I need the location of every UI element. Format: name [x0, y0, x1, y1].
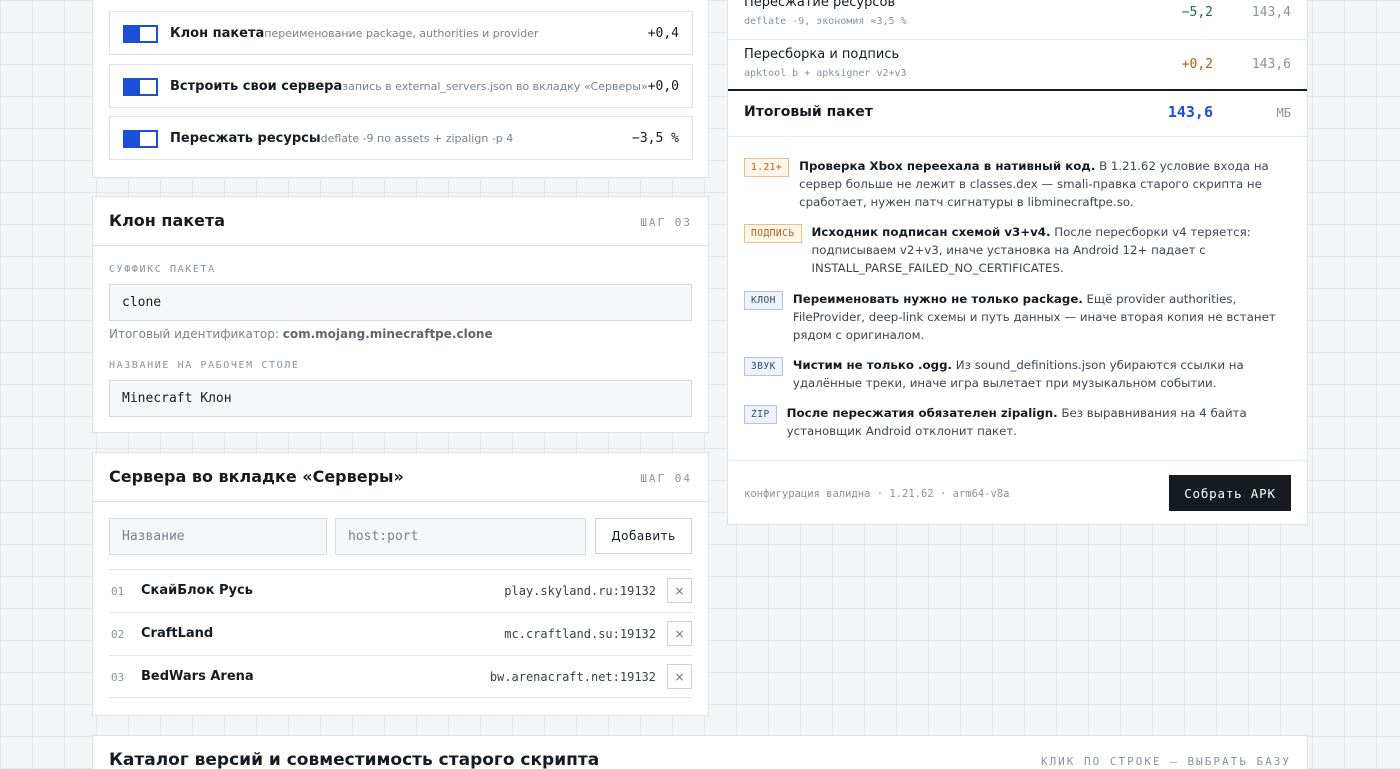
toggle-desc: переименование package, authorities и pr…: [264, 26, 539, 40]
note-tag: ПОДПИСЬ: [744, 224, 802, 243]
note-tag: ЗВУК: [744, 357, 783, 376]
version-catalog-panel: Каталог версий и совместимость старого с…: [92, 735, 1308, 769]
panel-header: Сервера во вкладке «Серверы» ШАГ 04: [93, 453, 708, 502]
add-server-button[interactable]: Добавить: [595, 518, 692, 554]
summary-row: Пересборка и подпись apktool b + apksign…: [728, 40, 1307, 91]
config-status: конфигурация валидна · 1.21.62 · arm64-v…: [744, 488, 1010, 500]
note-item: ZIP После пересжатия обязателен zipalign…: [744, 404, 1284, 440]
summary-step-name: Пересжатие ресурсов: [744, 0, 896, 10]
server-row: 02 CraftLand mc.craftland.su:19132 ×: [109, 612, 692, 655]
step-label: ШАГ 03: [640, 216, 692, 229]
toggle-title: Встроить свои сервера: [170, 78, 343, 94]
toggle-size-delta: +0,4: [647, 25, 679, 41]
note-title: Исходник подписан схемой v3+v4.: [811, 225, 1051, 239]
toggle-desc: deflate -9 по assets + zipalign -p 4: [320, 131, 514, 145]
package-id-hint: Итоговый идентификатор: com.mojang.minec…: [109, 327, 493, 341]
server-host: mc.craftland.su:19132: [504, 627, 656, 641]
server-index: 03: [111, 671, 125, 684]
summary-step-desc: apktool b + apksigner v2+v3: [744, 68, 907, 79]
summary-step-total: 143,4: [1251, 5, 1291, 20]
toggle-row-servers[interactable]: Встроить свои сервера запись в external_s…: [109, 64, 693, 108]
summary-step-delta: −5,2: [1181, 5, 1213, 20]
note-title: Проверка Xbox переехала в нативный код.: [799, 159, 1096, 173]
package-id-value: com.mojang.minecraftpe.clone: [282, 327, 493, 341]
server-index: 01: [111, 585, 125, 598]
note-tag: ZIP: [744, 405, 777, 424]
note-title: После пересжатия обязателен zipalign.: [786, 406, 1058, 420]
server-name-input[interactable]: [109, 518, 327, 555]
summary-panel: Пересжатие ресурсов deflate -9, экономия…: [727, 0, 1308, 525]
summary-footer: конфигурация валидна · 1.21.62 · arm64-v…: [728, 460, 1307, 525]
note-title: Переименовать нужно не только package.: [792, 292, 1083, 306]
note-item: КЛОН Переименовать нужно не только packa…: [744, 290, 1284, 344]
desktop-name-label: НАЗВАНИЕ НА РАБОЧЕМ СТОЛЕ: [109, 360, 300, 371]
server-row: 01 СкайБлок Русь play.skyland.ru:19132 ×: [109, 569, 692, 612]
toggle-desc: запись в external_servers.json во вкладк…: [342, 79, 648, 93]
toggle-row-clone[interactable]: Клон пакета переименование package, autho…: [109, 11, 693, 55]
clone-panel: Клон пакета ШАГ 03 СУФФИКС ПАКЕТА clone …: [92, 196, 709, 433]
delete-server-button[interactable]: ×: [667, 621, 692, 646]
summary-row: Пересжатие ресурсов deflate -9, экономия…: [728, 0, 1307, 40]
panel-title: Каталог версий и совместимость старого с…: [109, 750, 600, 769]
total-package-row: Итоговый пакет 143,6 МБ: [728, 89, 1307, 137]
toggle-title: Пересжать ресурсы: [170, 130, 321, 146]
delete-server-button[interactable]: ×: [667, 578, 692, 603]
toggle-size-delta: −3,5 %: [632, 130, 679, 146]
catalog-hint: КЛИК ПО СТРОКЕ — ВЫБРАТЬ БАЗУ: [1040, 755, 1291, 768]
summary-step-desc: deflate -9, экономия ≈3,5 %: [744, 16, 907, 27]
server-name: BedWars Arena: [141, 669, 254, 684]
server-row: 03 BedWars Arena bw.arenacraft.net:19132…: [109, 655, 692, 698]
note-title: Чистим не только .ogg.: [792, 358, 953, 372]
server-host-input[interactable]: [335, 518, 586, 555]
total-label: Итоговый пакет: [744, 104, 873, 120]
total-unit: МБ: [1276, 106, 1291, 120]
toggle-size-delta: +0,0: [647, 78, 679, 94]
note-item: ПОДПИСЬ Исходник подписан схемой v3+v4. …: [744, 223, 1284, 277]
suffix-input[interactable]: clone: [109, 284, 692, 321]
note-item: 1.21+ Проверка Xbox переехала в нативный…: [744, 157, 1284, 211]
build-apk-button[interactable]: Собрать APK: [1169, 475, 1291, 511]
note-tag: КЛОН: [744, 291, 783, 310]
panel-title: Сервера во вкладке «Серверы»: [109, 467, 404, 486]
total-value: 143,6: [1167, 103, 1213, 121]
summary-step-delta: +0,2: [1181, 57, 1213, 72]
server-host: bw.arenacraft.net:19132: [489, 670, 656, 684]
toggle-switch-servers[interactable]: [123, 78, 158, 96]
toggle-row-recompress[interactable]: Пересжать ресурсы deflate -9 по assets + …: [109, 116, 693, 160]
delete-server-button[interactable]: ×: [667, 664, 692, 689]
toggle-title: Клон пакета: [170, 25, 265, 41]
toggle-switch-recompress[interactable]: [123, 130, 158, 148]
step-label: ШАГ 04: [640, 472, 692, 485]
note-item: ЗВУК Чистим не только .ogg. Из sound_def…: [744, 356, 1284, 392]
server-host: play.skyland.ru:19132: [504, 584, 656, 598]
server-name: СкайБлок Русь: [141, 583, 253, 598]
servers-panel: Сервера во вкладке «Серверы» ШАГ 04 Доба…: [92, 452, 709, 716]
note-tag: 1.21+: [744, 158, 790, 177]
panel-header: Клон пакета ШАГ 03: [93, 197, 708, 246]
desktop-name-input[interactable]: Minecraft Клон: [109, 380, 692, 417]
features-panel: Клон пакета переименование package, autho…: [92, 0, 709, 178]
server-name: CraftLand: [141, 626, 214, 641]
suffix-label: СУФФИКС ПАКЕТА: [109, 264, 216, 275]
server-index: 02: [111, 628, 125, 641]
summary-step-name: Пересборка и подпись: [744, 47, 900, 62]
toggle-switch-clone[interactable]: [123, 25, 158, 43]
summary-step-total: 143,6: [1251, 57, 1291, 72]
panel-title: Клон пакета: [109, 211, 226, 230]
